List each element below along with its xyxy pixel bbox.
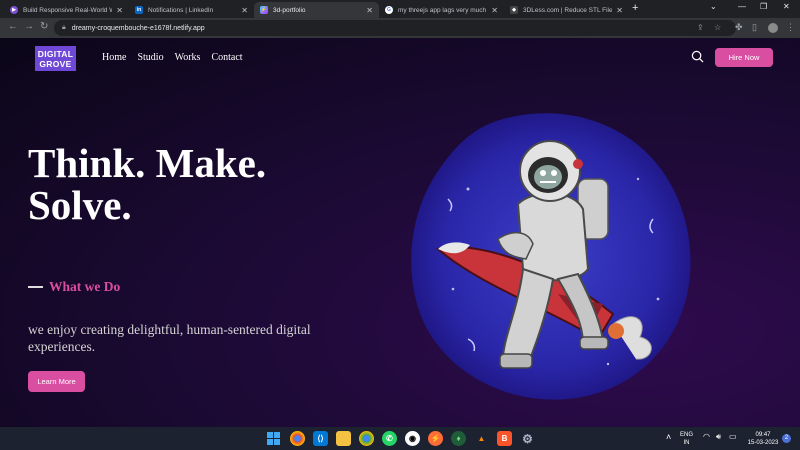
logo-line-2: GROVE <box>39 59 72 69</box>
tab-2[interactable]: ⚡ 3d-portfolio ✕ <box>254 2 379 18</box>
nav-works[interactable]: Works <box>175 52 201 63</box>
hire-now-button[interactable]: Hire Now <box>715 48 773 67</box>
close-window-button[interactable]: ✕ <box>783 2 790 11</box>
brave-icon[interactable]: B <box>497 431 512 446</box>
windows-start-icon[interactable] <box>266 431 281 446</box>
3dless-tab-icon: ◆ <box>510 6 518 14</box>
search-icon[interactable] <box>691 50 704 63</box>
browser-tab-strip: ▶ Build Responsive Real-World We ✕ in No… <box>0 0 800 18</box>
tab-title: 3d-portfolio <box>273 6 306 14</box>
close-icon[interactable]: ✕ <box>491 6 498 15</box>
vite-tab-icon: ⚡ <box>260 6 268 14</box>
url-text: dreamy-croquembouche-e1678f.netlify.app <box>71 24 205 32</box>
chrome-icon[interactable] <box>290 431 305 446</box>
divider <box>28 286 43 288</box>
google-tab-icon: G <box>385 6 393 14</box>
restore-button[interactable]: ❐ <box>760 2 767 11</box>
vlc-icon[interactable]: ▲ <box>474 431 489 446</box>
astronaut-rocket-illustration <box>411 113 691 400</box>
learn-more-button[interactable]: Learn More <box>28 371 85 392</box>
tab-title: Build Responsive Real-World We <box>23 6 113 14</box>
bookmark-star-icon[interactable]: ☆ <box>714 23 721 32</box>
close-icon[interactable]: ✕ <box>616 6 623 15</box>
close-icon[interactable]: ✕ <box>366 6 373 15</box>
postman-icon[interactable]: ⚡ <box>428 431 443 446</box>
avatar[interactable] <box>768 23 778 33</box>
address-bar[interactable]: 🔒︎ dreamy-croquembouche-e1678f.netlify.a… <box>54 20 736 36</box>
chevron-down-icon[interactable]: ⌄ <box>710 2 717 11</box>
linkedin-tab-icon: in <box>135 6 143 14</box>
site-logo[interactable]: DIGITAL GROVE <box>35 46 76 71</box>
volume-icon[interactable]: 🔊︎ <box>716 433 721 441</box>
what-we-do-text: What we Do <box>49 279 121 294</box>
headline-line-1: Think. Make. <box>28 140 267 186</box>
battery-icon[interactable]: ▭ <box>729 433 737 441</box>
github-icon[interactable]: ◉ <box>405 431 420 446</box>
chevron-up-icon[interactable]: ˄ <box>666 433 671 442</box>
menu-icon[interactable]: ⋮ <box>786 22 795 33</box>
portfolio-page: DIGITAL GROVE Home Studio Works Contact … <box>0 38 800 427</box>
nav-contact[interactable]: Contact <box>211 52 242 63</box>
tab-title: my threejs app lags very much o <box>398 6 488 14</box>
tab-0[interactable]: ▶ Build Responsive Real-World We ✕ <box>4 2 129 18</box>
browser-toolbar: ← → ↻ 🔒︎ dreamy-croquembouche-e1678f.net… <box>0 18 800 38</box>
settings-gear-icon[interactable]: ⚙ <box>520 431 535 446</box>
extensions-icon[interactable]: ✤ <box>735 22 743 33</box>
whatsapp-icon[interactable]: ✆ <box>382 431 397 446</box>
clock-time: 09:47 <box>755 432 771 438</box>
main-nav: Home Studio Works Contact <box>102 52 243 63</box>
wifi-icon[interactable]: ◠ <box>703 433 710 441</box>
reload-button[interactable]: ↻ <box>40 21 48 32</box>
tab-title: 3DLess.com | Reduce STL File ve <box>523 6 613 14</box>
what-we-do-heading: What we Do <box>28 279 120 295</box>
share-icon[interactable]: ⇪ <box>697 23 704 32</box>
lang-line-2: IN <box>683 440 690 446</box>
hero-description: we enjoy creating delightful, human-sent… <box>28 322 311 354</box>
minimize-button[interactable]: — <box>738 2 746 11</box>
new-tab-button[interactable]: + <box>632 2 638 14</box>
tab-3[interactable]: G my threejs app lags very much o ✕ <box>379 2 504 18</box>
clock-date: 15-03-2023 <box>747 440 779 446</box>
tab-1[interactable]: in Notifications | LinkedIn ✕ <box>129 2 254 18</box>
logo-line-1: DIGITAL <box>37 49 74 59</box>
mongodb-icon[interactable]: ♦ <box>451 431 466 446</box>
close-icon[interactable]: ✕ <box>241 6 248 15</box>
clock[interactable]: 09:47 15-03-2023 <box>745 431 781 447</box>
nav-home[interactable]: Home <box>102 52 126 63</box>
tab-title: Notifications | LinkedIn <box>148 6 214 14</box>
hero-headline: Think. Make. Solve. <box>28 142 266 226</box>
windows-taskbar: ⟨⟩ ✆ ◉ ⚡ ♦ ▲ B ⚙ ˄ ENG IN ◠ 🔊︎ ▭ 09:47 1… <box>0 427 800 450</box>
chrome-profile-icon[interactable] <box>359 431 374 446</box>
vscode-icon[interactable]: ⟨⟩ <box>313 431 328 446</box>
headline-line-2: Solve. <box>28 182 132 228</box>
nav-studio[interactable]: Studio <box>137 52 163 63</box>
language-indicator[interactable]: ENG IN <box>680 431 693 447</box>
lang-line-1: ENG <box>680 432 694 438</box>
back-button[interactable]: ← <box>8 21 18 32</box>
forward-button[interactable]: → <box>24 21 34 32</box>
tab-4[interactable]: ◆ 3DLess.com | Reduce STL File ve ✕ <box>504 2 629 18</box>
lock-icon[interactable]: 🔒︎ <box>62 24 66 32</box>
close-icon[interactable]: ✕ <box>116 6 123 15</box>
sidebar-icon[interactable]: ▯ <box>752 22 757 33</box>
notification-badge[interactable]: 2 <box>782 434 791 443</box>
file-explorer-icon[interactable] <box>336 431 351 446</box>
youtube-tab-icon: ▶ <box>10 6 18 14</box>
